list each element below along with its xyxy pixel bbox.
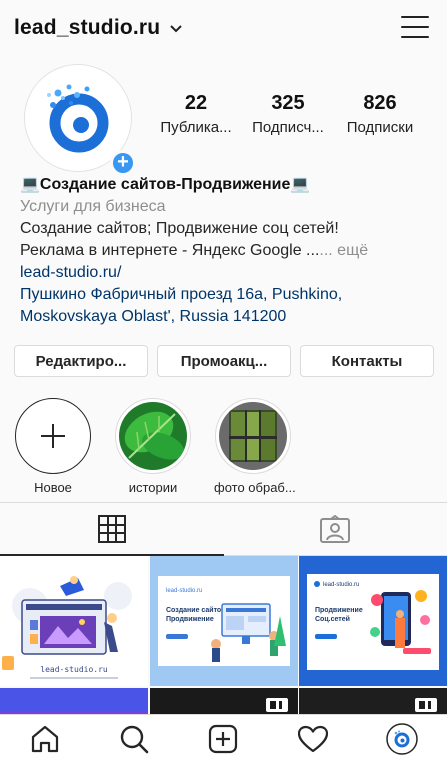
heart-icon [297,725,328,752]
highlight-ring [215,398,291,474]
highlight-stories[interactable]: истории [114,398,192,495]
post-tile[interactable]: lead-studio.ru Продвижение Соц.сетей [299,556,447,686]
post-brand: lead-studio.ru [323,582,359,588]
home-icon [31,725,58,752]
post-caption: lead-studio.ru [40,665,108,674]
stat-value: 325 [271,92,305,114]
profile-display-name: 💻Создание сайтов-Продвижение💻 [20,176,311,193]
hamburger-icon-line [401,16,429,18]
nav-profile[interactable] [382,719,422,759]
stat-label: Публика... [160,119,232,136]
window-thumbnail [219,402,287,470]
stat-following[interactable]: 826 Подписки [334,92,426,136]
story-highlights: Новое истории фото обраб... [14,398,434,495]
stat-label: Подписч... [252,119,324,136]
post-tile[interactable]: lead-studio.ru Создание сайтов Продвижен… [149,556,298,686]
address-line-1[interactable]: Пушкино Фабричный проезд 16а, Pushkino, [20,284,435,306]
top-bar: lead_studio.ru [0,0,447,56]
leaf-thumbnail [119,402,187,470]
search-icon [120,725,149,753]
highlight-label: истории [128,480,178,495]
bio-line-2: Реклама в интернете - Яндекс Google ... [20,242,320,259]
grid-icon [97,514,126,543]
post-title: Создание сайтов Продвижение [165,607,226,623]
add-story-badge[interactable]: + [110,150,136,176]
tab-grid[interactable] [0,503,224,556]
edit-profile-button[interactable]: Редактиро... [14,345,148,377]
highlight-ring [115,398,191,474]
highlight-new[interactable]: Новое [14,398,92,495]
profile-tabs [0,502,447,556]
bottom-navigation [0,714,447,762]
menu-button[interactable] [401,16,429,38]
highlight-photo[interactable]: фото обраб... [214,398,296,495]
profile-avatar[interactable]: + [24,64,136,176]
stat-value: 826 [363,92,397,114]
bio-more-link[interactable]: ... ещё [319,242,368,259]
plus-icon [19,402,87,470]
website-link[interactable]: lead-studio.ru/ [20,262,435,284]
post-brand: lead-studio.ru [166,588,202,594]
post-title: Продвижение Соц.сетей [315,607,363,623]
profile-stats: 22 Публика... 325 Подписч... 826 Подписк… [150,92,440,136]
highlight-label: Новое [34,480,72,495]
tab-tagged[interactable] [223,503,447,556]
nav-search[interactable] [114,719,154,759]
post-grid: lead-studio.ru lead-studio.ru Создание с… [0,556,447,736]
bio-line-2-wrap: Реклама в интернете - Яндекс Google ....… [20,240,435,262]
hamburger-icon-line [401,36,429,38]
stat-value: 22 [184,92,208,114]
profile-avatar-icon [386,722,418,755]
stat-followers[interactable]: 325 Подписч... [242,92,334,136]
stat-label: Подписки [346,119,414,136]
bio-line-1: Создание сайтов; Продвижение соц сетей! [20,220,339,237]
chevron-down-icon[interactable] [170,25,183,33]
profile-actions: Редактиро... Промоакц... Контакты [14,345,434,377]
contacts-button[interactable]: Контакты [300,345,434,377]
nav-add-post[interactable] [203,719,243,759]
nav-home[interactable] [25,719,65,759]
tagged-icon [320,515,351,543]
hamburger-icon-line [401,26,429,28]
profile-bio: 💻Создание сайтов-Продвижение💻 Услуги для… [20,174,435,328]
profile-username[interactable]: lead_studio.ru [14,16,160,40]
nav-activity[interactable] [293,719,333,759]
add-post-icon [209,724,238,753]
highlight-label: фото обраб... [214,480,296,495]
profile-category: Услуги для бизнеса [20,198,166,215]
address-line-2[interactable]: Moskovskaya Oblast', Russia 141200 [20,306,435,328]
stat-posts[interactable]: 22 Публика... [150,92,242,136]
highlight-ring [15,398,91,474]
promotions-button[interactable]: Промоакц... [157,345,291,377]
post-tile[interactable]: lead-studio.ru [0,556,148,686]
